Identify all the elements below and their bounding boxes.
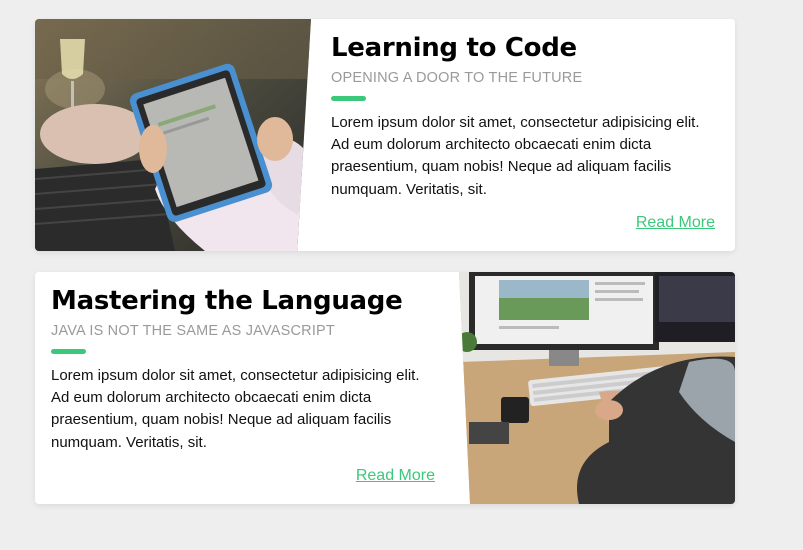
card-subtitle: JAVA IS NOT THE SAME AS JAVASCRIPT bbox=[51, 323, 335, 339]
read-more-link[interactable]: Read More bbox=[356, 467, 435, 485]
tablet-photo bbox=[35, 19, 311, 251]
desk-computer-photo bbox=[459, 272, 735, 504]
blog-card-mastering-the-language: Mastering the Language JAVA IS NOT THE S… bbox=[35, 272, 735, 504]
accent-bar bbox=[331, 96, 366, 101]
read-more-link[interactable]: Read More bbox=[636, 214, 715, 232]
blog-card-learning-to-code: Learning to Code OPENING A DOOR TO THE F… bbox=[35, 19, 735, 251]
card-subtitle: OPENING A DOOR TO THE FUTURE bbox=[331, 70, 583, 86]
card-body: Lorem ipsum dolor sit amet, consectetur … bbox=[331, 114, 700, 198]
card-content: Learning to Code OPENING A DOOR TO THE F… bbox=[331, 19, 717, 201]
card-content: Mastering the Language JAVA IS NOT THE S… bbox=[51, 272, 437, 454]
card-body: Lorem ipsum dolor sit amet, consectetur … bbox=[51, 367, 420, 451]
card-title: Learning to Code bbox=[331, 33, 577, 63]
card-title: Mastering the Language bbox=[51, 286, 403, 316]
accent-bar bbox=[51, 349, 86, 354]
